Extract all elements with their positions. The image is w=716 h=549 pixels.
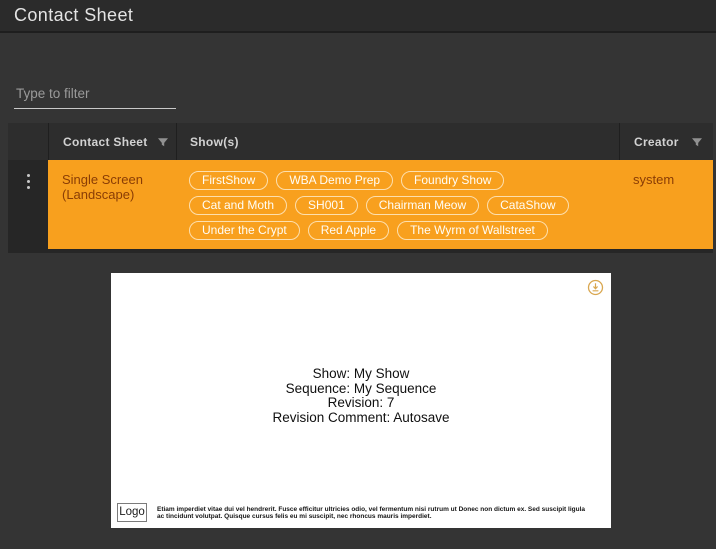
footer-fine-print: Etiam imperdiet vitae dui vel hendrerit.… xyxy=(157,506,591,520)
revision-info-line: Sequence: My Sequence xyxy=(111,382,611,397)
contact-sheet-name: Single Screen (Landscape) xyxy=(48,160,176,249)
show-pill[interactable]: Foundry Show xyxy=(401,171,504,190)
revision-info-line: Show: My Show xyxy=(111,367,611,382)
revision-info: Show: My ShowSequence: My SequenceRevisi… xyxy=(111,367,611,425)
show-pill[interactable]: The Wyrm of Wallstreet xyxy=(397,221,548,240)
table-header-gutter xyxy=(8,123,48,160)
column-label: Creator xyxy=(634,135,679,149)
show-pill[interactable]: SH001 xyxy=(295,196,358,215)
logo-placeholder: Logo xyxy=(117,503,147,522)
column-header-shows: Show(s) xyxy=(176,123,619,160)
row-menu-kebab-icon[interactable] xyxy=(27,174,30,190)
contact-sheet-preview-page: Show: My ShowSequence: My SequenceRevisi… xyxy=(111,273,611,528)
filter-input[interactable] xyxy=(14,86,176,109)
column-header-contact-sheet: Contact Sheet xyxy=(48,123,176,160)
show-pill[interactable]: WBA Demo Prep xyxy=(276,171,393,190)
column-label: Contact Sheet xyxy=(63,135,148,149)
show-pill[interactable]: Cat and Moth xyxy=(189,196,287,215)
show-pill[interactable]: Under the Crypt xyxy=(189,221,300,240)
filter-funnel-icon[interactable] xyxy=(157,136,169,148)
show-pill[interactable]: Chairman Meow xyxy=(366,196,479,215)
revision-info-line: Revision Comment: Autosave xyxy=(111,411,611,426)
download-icon[interactable] xyxy=(587,279,604,301)
show-pill[interactable]: FirstShow xyxy=(189,171,268,190)
creator-value: system xyxy=(619,160,713,249)
table-header-row: Contact Sheet Show(s) Creator xyxy=(8,123,713,160)
show-pill[interactable]: Red Apple xyxy=(308,221,389,240)
page-title: Contact Sheet xyxy=(0,5,133,26)
shows-list: FirstShow WBA Demo Prep Foundry Show Cat an… xyxy=(176,160,619,249)
filter-funnel-icon[interactable] xyxy=(691,136,703,148)
column-header-creator: Creator xyxy=(619,123,713,160)
column-label: Show(s) xyxy=(190,135,239,149)
app-header: Contact Sheet xyxy=(0,0,716,33)
show-pill[interactable]: CataShow xyxy=(487,196,568,215)
preview-footer: Logo Etiam imperdiet vitae dui vel hendr… xyxy=(117,503,591,522)
table-row[interactable]: Single Screen (Landscape) FirstShow WBA D… xyxy=(8,160,713,249)
revision-info-line: Revision: 7 xyxy=(111,396,611,411)
row-gutter xyxy=(8,160,48,249)
contact-sheet-table: Contact Sheet Show(s) Creator Single Scr… xyxy=(8,123,713,253)
